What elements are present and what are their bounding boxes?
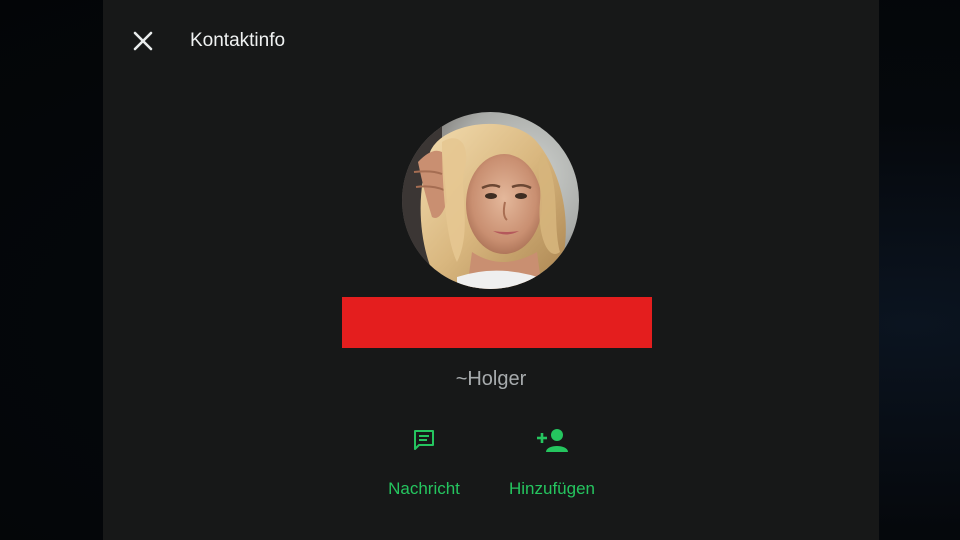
app-background: Kontaktinfo ~Holger Nachricht Hinzufügen: [0, 0, 960, 540]
contact-pushname: ~Holger: [455, 368, 527, 390]
add-contact-icon: [537, 429, 568, 452]
message-button[interactable]: Nachricht: [359, 418, 489, 508]
avatar[interactable]: [402, 112, 579, 289]
contact-name-redacted: [342, 297, 652, 348]
contact-info-panel: Kontaktinfo ~Holger Nachricht Hinzufügen: [103, 0, 879, 540]
panel-header: Kontaktinfo: [103, 0, 879, 82]
add-contact-button[interactable]: Hinzufügen: [487, 418, 617, 508]
close-button[interactable]: [127, 25, 159, 57]
message-icon-wrap: [359, 420, 489, 460]
add-contact-icon-wrap: [487, 420, 617, 460]
page-title: Kontaktinfo: [190, 30, 286, 51]
close-icon: [133, 31, 153, 51]
message-icon: [414, 430, 434, 450]
message-button-label: Nachricht: [388, 479, 460, 498]
avatar-photo: [402, 112, 579, 289]
add-contact-button-label: Hinzufügen: [508, 479, 595, 498]
